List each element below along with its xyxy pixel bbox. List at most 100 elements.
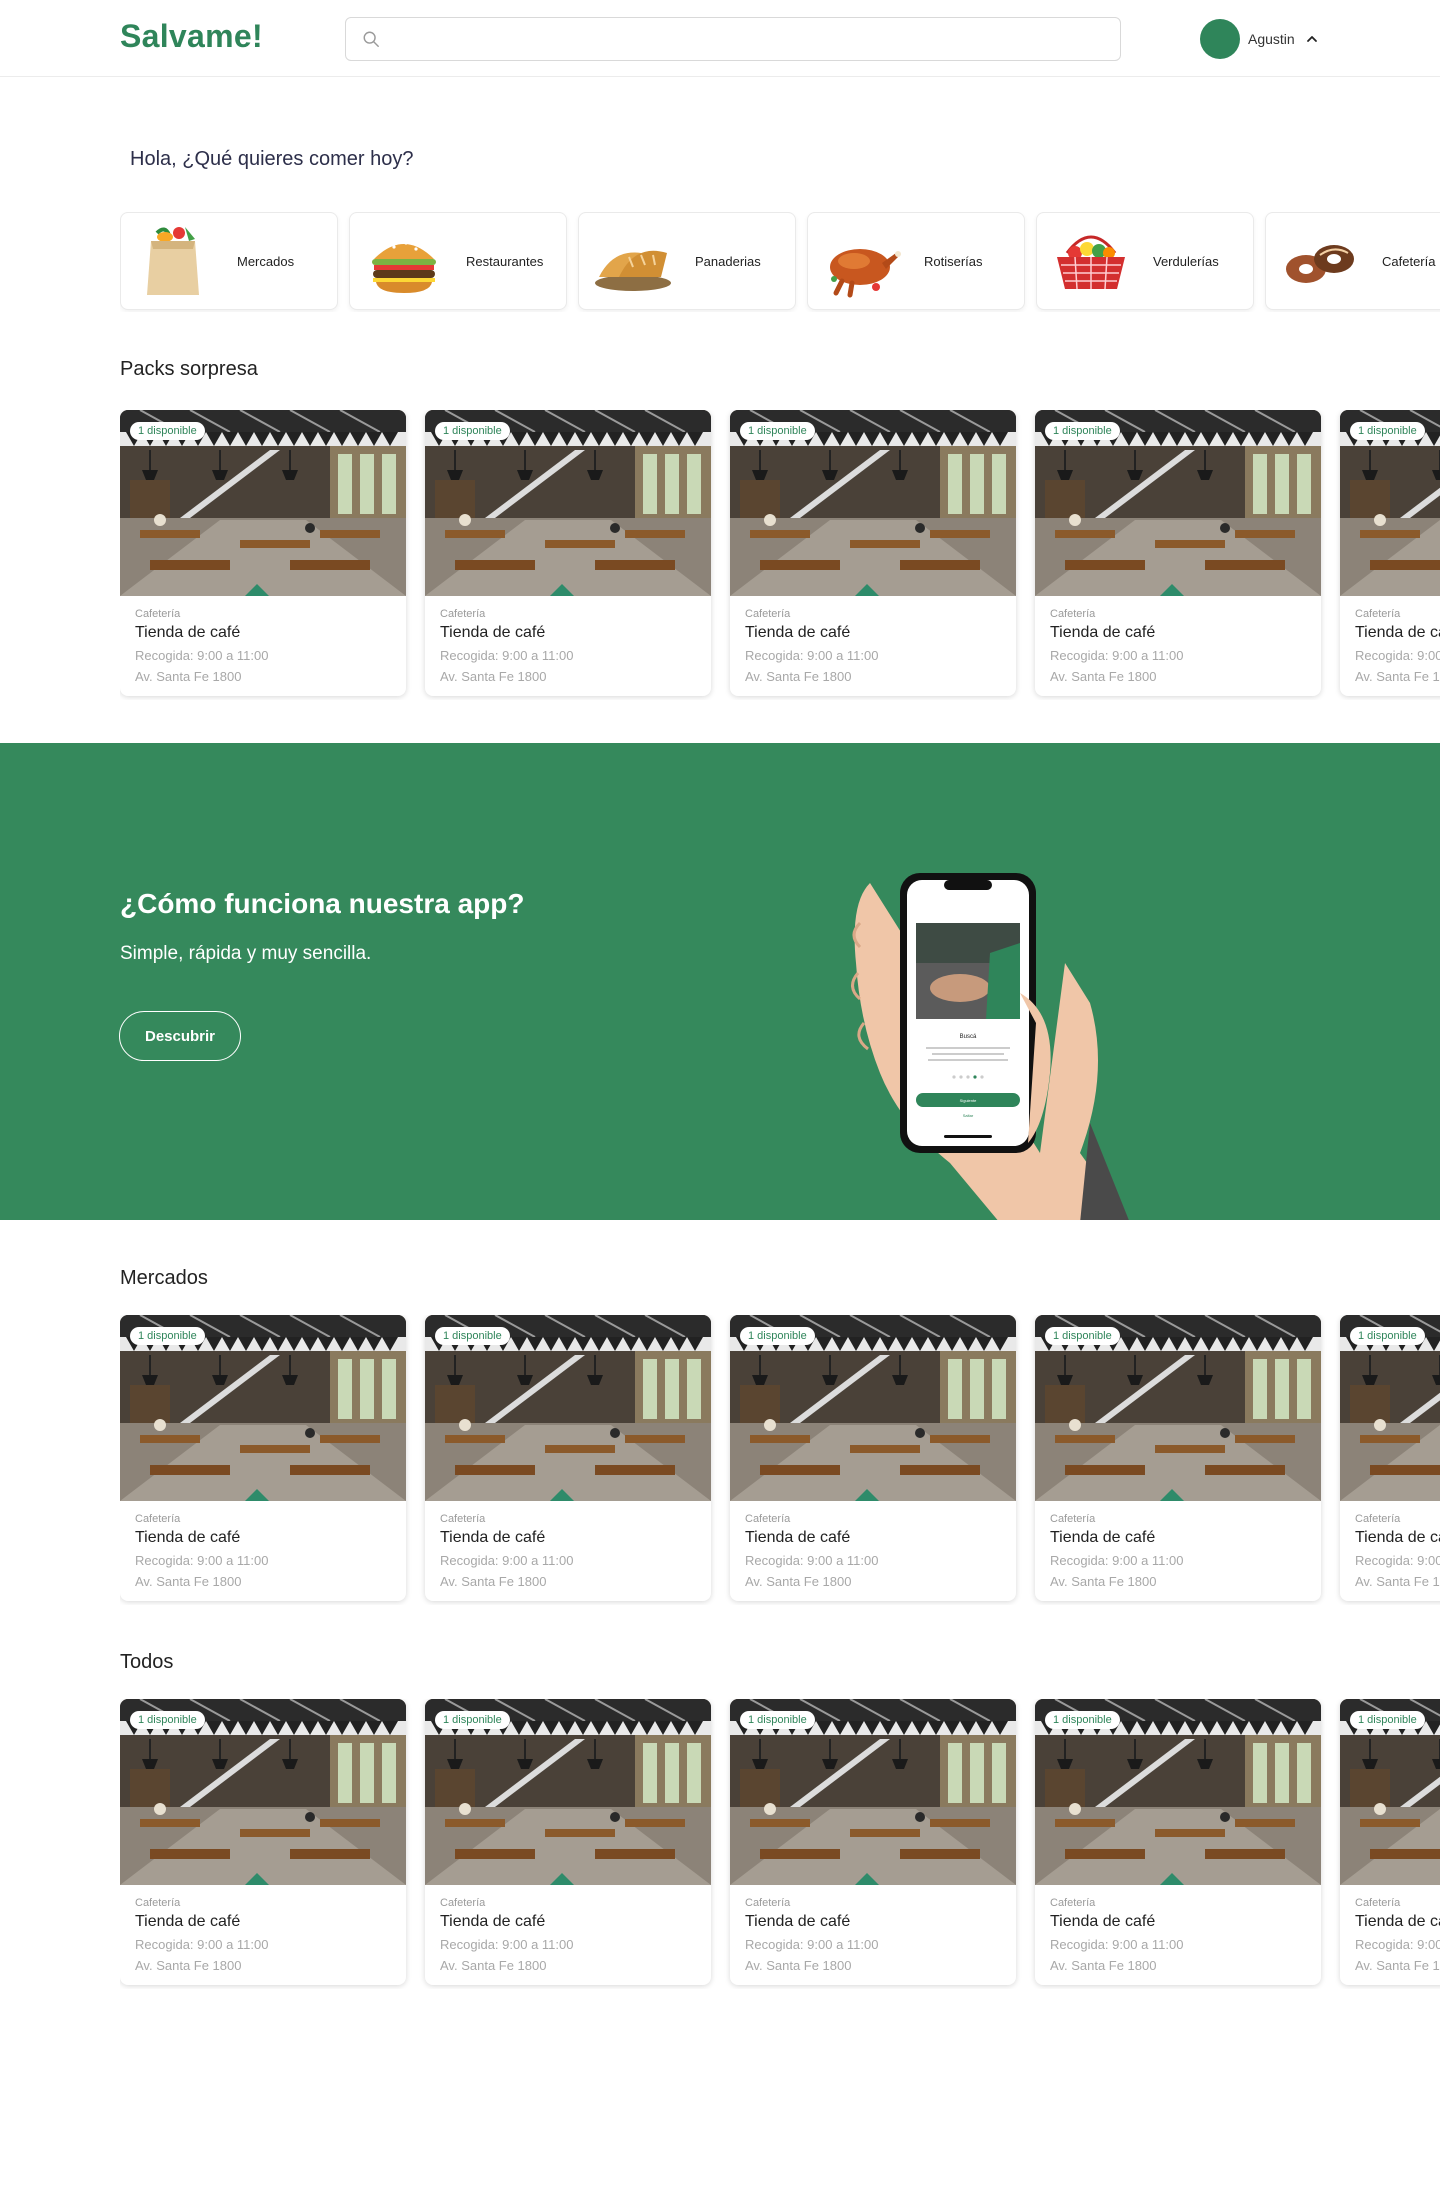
section-title-mercados: Mercados bbox=[120, 1267, 208, 1289]
store-category: Cafetería bbox=[135, 608, 181, 620]
category-label: Rotiserías bbox=[924, 254, 983, 269]
vegetable-basket-icon bbox=[1057, 235, 1125, 290]
category-rotiserias[interactable]: Rotiserías bbox=[807, 212, 1025, 310]
store-card[interactable]: 1 disponible Cafetería Tienda de café Re… bbox=[120, 410, 406, 696]
store-category: Cafetería bbox=[1050, 1513, 1096, 1525]
store-card[interactable]: 1 disponible Cafetería Tienda de café Re… bbox=[730, 1699, 1016, 1985]
store-category: Cafetería bbox=[440, 608, 486, 620]
pickup-time: Recogida: 9:00 a 11:00 bbox=[1050, 1937, 1184, 1952]
todos-row: 1 disponible Cafetería Tienda de café Re… bbox=[120, 1699, 1440, 1989]
greeting-text: Hola, ¿Qué quieres comer hoy? bbox=[130, 148, 414, 170]
discover-button[interactable]: Descubrir bbox=[119, 1011, 241, 1061]
store-address: Av. Santa Fe 1800 bbox=[1355, 669, 1440, 684]
store-address: Av. Santa Fe 1800 bbox=[440, 669, 547, 684]
store-name: Tienda de café bbox=[135, 1529, 241, 1546]
availability-badge: 1 disponible bbox=[1045, 1711, 1120, 1729]
store-address: Av. Santa Fe 1800 bbox=[1050, 669, 1157, 684]
store-address: Av. Santa Fe 1800 bbox=[135, 1574, 242, 1589]
pickup-time: Recogida: 9:00 a 11:00 bbox=[1355, 1937, 1440, 1952]
store-address: Av. Santa Fe 1800 bbox=[135, 1958, 242, 1973]
store-card[interactable]: 1 disponible Cafetería Tienda de café Re… bbox=[730, 410, 1016, 696]
store-category: Cafetería bbox=[1050, 1897, 1096, 1909]
promo-banner: ¿Cómo funciona nuestra app? Simple, rápi… bbox=[0, 743, 1440, 1220]
category-mercados[interactable]: Mercados bbox=[120, 212, 338, 310]
phone-next-label: Siguiente bbox=[960, 1098, 977, 1103]
availability-badge: 1 disponible bbox=[435, 1711, 510, 1729]
availability-badge: 1 disponible bbox=[740, 422, 815, 440]
availability-badge: 1 disponible bbox=[1045, 422, 1120, 440]
store-category: Cafetería bbox=[440, 1897, 486, 1909]
category-label: Restaurantes bbox=[466, 254, 544, 269]
store-category: Cafetería bbox=[135, 1897, 181, 1909]
store-card[interactable]: 1 disponible Cafetería Tienda de café Re… bbox=[1035, 410, 1321, 696]
store-card[interactable]: 1 disponible Cafetería Tienda de café Re… bbox=[1035, 1315, 1321, 1601]
roast-chicken-icon bbox=[830, 249, 901, 298]
avatar[interactable] bbox=[1200, 19, 1240, 59]
store-address: Av. Santa Fe 1800 bbox=[745, 1574, 852, 1589]
store-address: Av. Santa Fe 1800 bbox=[440, 1574, 547, 1589]
store-category: Cafetería bbox=[745, 1513, 791, 1525]
promo-subtitle: Simple, rápida y muy sencilla. bbox=[120, 943, 372, 964]
store-name: Tienda de café bbox=[135, 1913, 241, 1930]
store-card[interactable]: 1 disponible Cafetería Tienda de café Re… bbox=[425, 1699, 711, 1985]
user-menu[interactable]: Agustin bbox=[1200, 19, 1319, 59]
store-name: Tienda de café bbox=[1355, 624, 1440, 641]
mercados-row: 1 disponible Cafetería Tienda de café Re… bbox=[120, 1315, 1440, 1605]
search-bar[interactable] bbox=[345, 17, 1121, 61]
store-card[interactable]: 1 disponible Cafetería Tienda de café Re… bbox=[425, 410, 711, 696]
pickup-time: Recogida: 9:00 a 11:00 bbox=[1355, 1553, 1440, 1568]
packs-row: 1 disponible Cafetería Tienda de café Re… bbox=[120, 410, 1440, 700]
promo-title: ¿Cómo funciona nuestra app? bbox=[120, 888, 525, 919]
availability-badge: 1 disponible bbox=[1045, 1327, 1120, 1345]
store-name: Tienda de café bbox=[1050, 1529, 1156, 1546]
category-label: Verdulerías bbox=[1153, 254, 1219, 269]
category-cafeteria[interactable]: Cafetería bbox=[1265, 212, 1440, 310]
store-category: Cafetería bbox=[1355, 1513, 1401, 1525]
pickup-time: Recogida: 9:00 a 11:00 bbox=[1355, 648, 1440, 663]
store-name: Tienda de café bbox=[135, 624, 241, 641]
pastry-icon bbox=[1286, 245, 1354, 283]
store-card[interactable]: 1 disponible Cafetería Tienda de café Re… bbox=[425, 1315, 711, 1601]
store-card[interactable]: 1 disponible Cafetería Tienda de café Re… bbox=[1340, 1699, 1440, 1985]
category-panaderias[interactable]: Panaderias bbox=[578, 212, 796, 310]
store-card[interactable]: 1 disponible Cafetería Tienda de café Re… bbox=[730, 1315, 1016, 1601]
availability-badge: 1 disponible bbox=[130, 422, 205, 440]
store-card[interactable]: 1 disponible Cafetería Tienda de café Re… bbox=[120, 1315, 406, 1601]
category-label: Cafetería bbox=[1382, 254, 1436, 269]
store-name: Tienda de café bbox=[440, 1529, 546, 1546]
store-category: Cafetería bbox=[440, 1513, 486, 1525]
burger-icon bbox=[372, 241, 436, 293]
search-icon bbox=[363, 31, 379, 47]
store-name: Tienda de café bbox=[1050, 1913, 1156, 1930]
store-category: Cafetería bbox=[1355, 1897, 1401, 1909]
availability-badge: 1 disponible bbox=[435, 1327, 510, 1345]
category-verdulerias[interactable]: Verdulerías bbox=[1036, 212, 1254, 310]
store-category: Cafetería bbox=[745, 608, 791, 620]
store-name: Tienda de café bbox=[440, 1913, 546, 1930]
store-category: Cafetería bbox=[135, 1513, 181, 1525]
pickup-time: Recogida: 9:00 a 11:00 bbox=[1050, 1553, 1184, 1568]
store-card[interactable]: 1 disponible Cafetería Tienda de café Re… bbox=[120, 1699, 406, 1985]
store-name: Tienda de café bbox=[745, 1913, 851, 1930]
category-label: Panaderias bbox=[695, 254, 761, 269]
store-address: Av. Santa Fe 1800 bbox=[1050, 1958, 1157, 1973]
app-logo[interactable]: Salvame! bbox=[120, 18, 263, 55]
store-card[interactable]: 1 disponible Cafetería Tienda de café Re… bbox=[1035, 1699, 1321, 1985]
pickup-time: Recogida: 9:00 a 11:00 bbox=[745, 648, 879, 663]
availability-badge: 1 disponible bbox=[435, 422, 510, 440]
store-name: Tienda de café bbox=[1050, 624, 1156, 641]
search-input[interactable] bbox=[392, 26, 1102, 54]
store-card[interactable]: 1 disponible Cafetería Tienda de café Re… bbox=[1340, 410, 1440, 696]
store-card[interactable]: 1 disponible Cafetería Tienda de café Re… bbox=[1340, 1315, 1440, 1601]
store-address: Av. Santa Fe 1800 bbox=[745, 1958, 852, 1973]
section-title-todos: Todos bbox=[120, 1651, 174, 1673]
store-address: Av. Santa Fe 1800 bbox=[745, 669, 852, 684]
pickup-time: Recogida: 9:00 a 11:00 bbox=[135, 1937, 269, 1952]
category-carousel: Mercados Restaurantes Panaderias Rotiser… bbox=[120, 212, 1440, 312]
availability-badge: 1 disponible bbox=[130, 1327, 205, 1345]
bread-icon bbox=[595, 250, 671, 291]
chevron-up-icon[interactable] bbox=[1305, 32, 1319, 46]
category-restaurantes[interactable]: Restaurantes bbox=[349, 212, 567, 310]
phone-in-hand-illustration: Buscá Siguiente Saltar bbox=[851, 873, 1129, 1220]
phone-skip-label: Saltar bbox=[963, 1113, 974, 1118]
